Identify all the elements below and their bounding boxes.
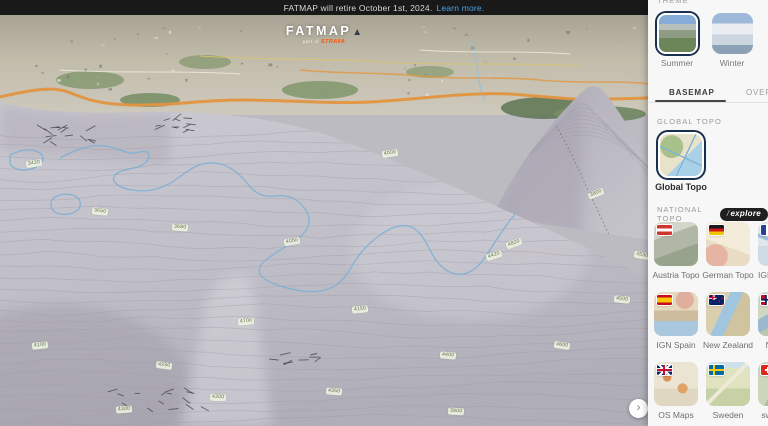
global-topo-thumbnail[interactable] bbox=[658, 132, 704, 178]
global-topo-item: Global Topo bbox=[655, 132, 707, 192]
list-item: IGN Spain bbox=[654, 292, 698, 350]
list-item: New Zealand bbox=[706, 292, 750, 350]
banner-text: FATMAP will retire October 1st, 2024. bbox=[284, 3, 433, 13]
german-topo-thumbnail[interactable] bbox=[706, 222, 750, 266]
ign-france-thumbnail[interactable] bbox=[758, 222, 768, 266]
basemap-panel: THEME Summer Winter BASEMAP OVERLAYS GLO… bbox=[648, 0, 768, 426]
ign-spain-thumbnail[interactable] bbox=[654, 292, 698, 336]
new-zealand-thumbnail[interactable] bbox=[706, 292, 750, 336]
national-topo-grid: Austria Topo German Topo IGN France IGN … bbox=[654, 222, 768, 426]
theme-winter-thumbnail[interactable] bbox=[712, 13, 753, 54]
learn-more-link[interactable]: Learn more. bbox=[436, 3, 484, 13]
global-topo-label: Global Topo bbox=[655, 182, 707, 192]
national-topo-section-title: NATIONAL TOPO bbox=[657, 205, 713, 223]
chevron-right-icon: › bbox=[637, 400, 641, 414]
flag-france-icon bbox=[761, 225, 768, 235]
national-topo-header: NATIONAL TOPO /explore bbox=[657, 205, 768, 223]
flag-new-zealand-icon bbox=[709, 295, 724, 305]
theme-section-title: THEME bbox=[657, 0, 689, 5]
flag-austria-icon bbox=[657, 225, 672, 235]
os-maps-thumbnail[interactable] bbox=[654, 362, 698, 406]
retirement-banner: FATMAP will retire October 1st, 2024. Le… bbox=[0, 0, 648, 15]
list-item: Austria Topo bbox=[654, 222, 698, 280]
flag-germany-icon bbox=[709, 225, 724, 235]
list-item: swisstopo bbox=[758, 362, 768, 420]
theme-selector: Summer Winter bbox=[655, 13, 754, 68]
theme-winter-label: Winter bbox=[710, 58, 754, 68]
global-topo-section-title: GLOBAL TOPO bbox=[657, 117, 722, 126]
tab-basemap[interactable]: BASEMAP bbox=[669, 88, 715, 97]
panel-collapse-button[interactable]: › bbox=[629, 399, 648, 418]
terrain-svg bbox=[0, 0, 648, 426]
list-item: IGN France bbox=[758, 222, 768, 280]
theme-summer-thumbnail[interactable] bbox=[657, 13, 698, 54]
active-tab-indicator bbox=[655, 100, 726, 103]
explore-badge-label: explore bbox=[730, 209, 761, 218]
austria-topo-thumbnail[interactable] bbox=[654, 222, 698, 266]
panel-tabs: BASEMAP OVERLAYS bbox=[648, 84, 768, 103]
list-item: OS Maps bbox=[654, 362, 698, 420]
list-item: Norway bbox=[758, 292, 768, 350]
flag-uk-icon bbox=[657, 365, 672, 375]
fatmap-app: FATMAP will retire October 1st, 2024. Le… bbox=[0, 0, 768, 426]
list-item: Sweden bbox=[706, 362, 750, 420]
terrain-3d-map[interactable]: FATMAP will retire October 1st, 2024. Le… bbox=[0, 0, 648, 426]
theme-summer-label: Summer bbox=[655, 58, 699, 68]
list-item: German Topo bbox=[706, 222, 750, 280]
flag-norway-icon bbox=[761, 295, 768, 305]
norway-thumbnail[interactable] bbox=[758, 292, 768, 336]
explore-badge: /explore bbox=[720, 208, 768, 221]
swisstopo-thumbnail[interactable] bbox=[758, 362, 768, 406]
sweden-thumbnail[interactable] bbox=[706, 362, 750, 406]
flag-switzerland-icon bbox=[761, 365, 768, 375]
flag-sweden-icon bbox=[709, 365, 724, 375]
tab-overlays[interactable]: OVERLAYS bbox=[746, 88, 768, 97]
flag-spain-icon bbox=[657, 295, 672, 305]
